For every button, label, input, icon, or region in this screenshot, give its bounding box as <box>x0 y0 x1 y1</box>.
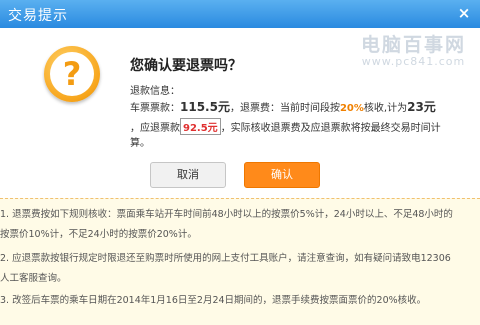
watermark-url: www.pc841.com <box>361 55 466 68</box>
confirm-button[interactable]: 确认 <box>244 162 320 188</box>
close-icon[interactable]: × <box>456 4 472 22</box>
confirm-question: 您确认要退票吗？ <box>130 58 242 74</box>
refund-note: ，实际核收退票费及应退票款将按最终交易时间计 <box>220 123 441 134</box>
note-1-line-1: 1. 退票费按如下规则核收：票面乘车站开车时间前48小时以上的按票价5%计，24… <box>0 209 453 220</box>
ticket-price-label: 车票票款： <box>130 103 180 114</box>
watermark: 电脑百事网 www.pc841.com <box>361 30 466 68</box>
note-2-line-1: 2. 应退票款按银行规定时限退还至购票时所使用的网上支付工具账户，请注意查询，如… <box>0 253 451 264</box>
watermark-text: 电脑百事网 <box>360 34 466 56</box>
note-2-line-2: 人工客服查询。 <box>0 273 67 284</box>
refund-amount: 92.5元 <box>180 118 221 135</box>
refund-prefix: ，应退票款 <box>130 123 180 134</box>
fee-percent: 20% <box>339 103 364 114</box>
note-1-line-2: 按票价10%计，不足24小时的按票价20%计。 <box>0 229 197 240</box>
ticket-price: 115.5元 <box>180 100 230 114</box>
cancel-button[interactable]: 取消 <box>150 162 226 188</box>
refund-line: ，应退票款 92.5元 ，实际核收退票费及应退票款将按最终交易时间计 <box>130 118 441 135</box>
dialog-title: 交易提示 <box>8 8 68 24</box>
fee-label: ，退票费： <box>229 103 280 114</box>
refund-info-label: 退款信息： <box>130 86 180 97</box>
trade-dialog: 交易提示 × 电脑百事网 www.pc841.com ? 您确认要退票吗？ 退款… <box>0 0 480 325</box>
rules-notes: 1. 退票费按如下规则核收：票面乘车站开车时间前48小时以上的按票价5%计，24… <box>0 198 480 325</box>
fee-note-prefix: 当前时间段按 <box>279 103 340 114</box>
question-mark-glyph: ? <box>62 55 82 93</box>
refund-note-end: 算。 <box>130 138 150 149</box>
note-3-line-1: 3. 改签后车票的乘车日期在2014年1月16日至2月24日期间的，退票手续费按… <box>0 295 427 306</box>
title-bar: 交易提示 × <box>0 0 480 28</box>
price-line: 车票票款：115.5元，退票费：当前时间段按20%核收,计为23元 <box>130 98 436 115</box>
fee-amount: 23元 <box>407 100 436 114</box>
fee-note-middle: 核收,计为 <box>363 103 408 114</box>
